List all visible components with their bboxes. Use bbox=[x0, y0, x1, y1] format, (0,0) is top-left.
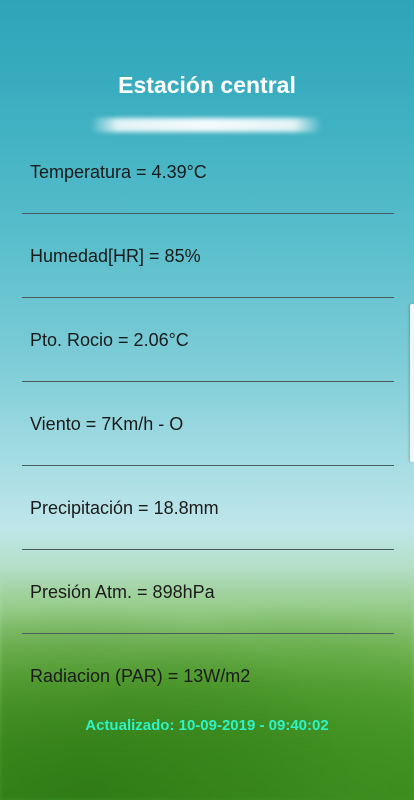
reading-text: Presión Atm. = 898hPa bbox=[30, 582, 215, 602]
reading-text: Temperatura = 4.39°C bbox=[30, 162, 207, 182]
reading-text: Pto. Rocio = 2.06°C bbox=[30, 330, 189, 350]
reading-row-radiation: Radiacion (PAR) = 13W/m2 bbox=[22, 634, 394, 717]
last-updated-text: Actualizado: 10-09-2019 - 09:40:02 bbox=[85, 717, 329, 734]
page-title: Estación central bbox=[118, 72, 296, 98]
reading-row-precipitation: Precipitación = 18.8mm bbox=[22, 466, 394, 550]
weather-station-screen: Estación central Temperatura = 4.39°C Hu… bbox=[0, 0, 414, 800]
reading-row-temperature: Temperatura = 4.39°C bbox=[22, 130, 394, 214]
reading-text: Viento = 7Km/h - O bbox=[30, 414, 184, 434]
reading-row-pressure: Presión Atm. = 898hPa bbox=[22, 550, 394, 634]
reading-text: Radiacion (PAR) = 13W/m2 bbox=[30, 666, 251, 686]
reading-text: Humedad[HR] = 85% bbox=[30, 246, 201, 266]
readings-list: Temperatura = 4.39°C Humedad[HR] = 85% P… bbox=[22, 130, 394, 717]
reading-row-humidity: Humedad[HR] = 85% bbox=[22, 214, 394, 298]
reading-row-wind: Viento = 7Km/h - O bbox=[22, 382, 394, 466]
edge-scroll-handle[interactable] bbox=[410, 304, 414, 462]
reading-row-dew-point: Pto. Rocio = 2.06°C bbox=[22, 298, 394, 382]
reading-text: Precipitación = 18.8mm bbox=[30, 498, 219, 518]
